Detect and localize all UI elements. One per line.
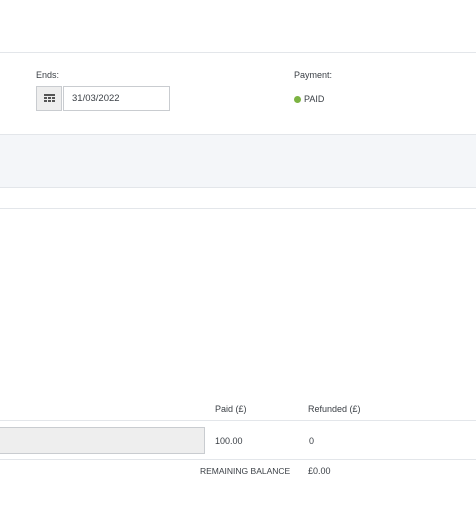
paid-column-header: Paid (£)	[215, 404, 247, 414]
refunded-amount: 0	[309, 436, 315, 446]
paid-amount: 100.00	[215, 436, 243, 446]
date-picker-button[interactable]	[36, 86, 62, 111]
calendar-grid-icon	[43, 93, 55, 102]
table-row-divider	[0, 459, 476, 460]
top-divider	[0, 52, 476, 53]
payment-description-field	[0, 427, 205, 454]
refunded-column-header: Refunded (£)	[308, 404, 361, 414]
section-divider	[0, 208, 476, 209]
payment-status: PAID	[304, 94, 325, 104]
ends-label: Ends:	[36, 70, 60, 80]
remaining-balance-label: REMAINING BALANCE	[200, 466, 291, 476]
section-header-band	[0, 134, 476, 188]
table-header-divider	[0, 420, 476, 421]
remaining-balance-value: £0.00	[308, 466, 331, 476]
ends-date-input[interactable]: 31/03/2022	[63, 86, 170, 111]
payment-status-dot	[294, 96, 301, 103]
payment-label: Payment:	[294, 70, 333, 80]
